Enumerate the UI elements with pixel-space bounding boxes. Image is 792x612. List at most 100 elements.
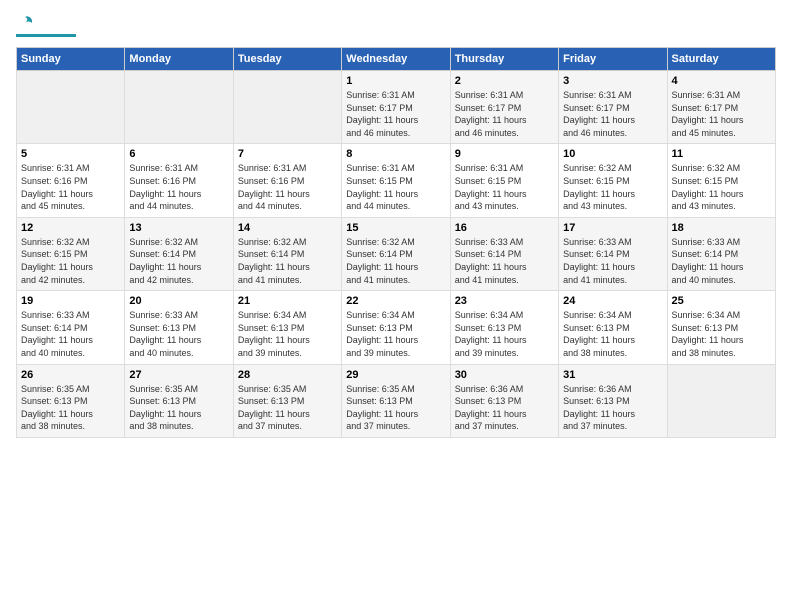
day-info: Sunrise: 6:31 AM Sunset: 6:17 PM Dayligh…: [346, 89, 445, 139]
day-number: 26: [21, 369, 120, 381]
day-info: Sunrise: 6:32 AM Sunset: 6:15 PM Dayligh…: [21, 236, 120, 286]
day-number: 17: [563, 222, 662, 234]
day-number: 3: [563, 75, 662, 87]
day-number: 20: [129, 295, 228, 307]
calendar-day-8: 8 Sunrise: 6:31 AM Sunset: 6:15 PM Daylig…: [342, 144, 450, 217]
weekday-header-thursday: Thursday: [450, 48, 558, 71]
calendar-day-23: 23 Sunrise: 6:34 AM Sunset: 6:13 PM Dayli…: [450, 291, 558, 364]
calendar-day-5: 5 Sunrise: 6:31 AM Sunset: 6:16 PM Daylig…: [17, 144, 125, 217]
day-number: 9: [455, 148, 554, 160]
calendar-table: SundayMondayTuesdayWednesdayThursdayFrid…: [16, 47, 776, 438]
calendar-day-2: 2 Sunrise: 6:31 AM Sunset: 6:17 PM Daylig…: [450, 71, 558, 144]
calendar-day-25: 25 Sunrise: 6:34 AM Sunset: 6:13 PM Dayli…: [667, 291, 775, 364]
day-info: Sunrise: 6:32 AM Sunset: 6:14 PM Dayligh…: [346, 236, 445, 286]
calendar-day-19: 19 Sunrise: 6:33 AM Sunset: 6:14 PM Dayli…: [17, 291, 125, 364]
calendar-day-20: 20 Sunrise: 6:33 AM Sunset: 6:13 PM Dayli…: [125, 291, 233, 364]
calendar-empty-cell: [125, 71, 233, 144]
day-info: Sunrise: 6:33 AM Sunset: 6:13 PM Dayligh…: [129, 309, 228, 359]
day-number: 16: [455, 222, 554, 234]
calendar-day-6: 6Sunrise: 6:31 AM Sunset: 6:16 PM Daylig…: [125, 144, 233, 217]
day-number: 23: [455, 295, 554, 307]
calendar-day-22: 22 Sunrise: 6:34 AM Sunset: 6:13 PM Dayli…: [342, 291, 450, 364]
calendar-day-18: 18 Sunrise: 6:33 AM Sunset: 6:14 PM Dayli…: [667, 217, 775, 290]
calendar-day-30: 30Sunrise: 6:36 AM Sunset: 6:13 PM Dayli…: [450, 364, 558, 437]
day-number: 21: [238, 295, 337, 307]
day-info: Sunrise: 6:31 AM Sunset: 6:17 PM Dayligh…: [563, 89, 662, 139]
calendar-week-row: 12 Sunrise: 6:32 AM Sunset: 6:15 PM Dayli…: [17, 217, 776, 290]
calendar-day-3: 3 Sunrise: 6:31 AM Sunset: 6:17 PM Daylig…: [559, 71, 667, 144]
logo: [16, 16, 76, 37]
day-info: Sunrise: 6:33 AM Sunset: 6:14 PM Dayligh…: [21, 309, 120, 359]
day-info: Sunrise: 6:34 AM Sunset: 6:13 PM Dayligh…: [346, 309, 445, 359]
day-number: 12: [21, 222, 120, 234]
day-number: 15: [346, 222, 445, 234]
weekday-header-monday: Monday: [125, 48, 233, 71]
logo-bird-icon: [16, 14, 34, 32]
day-number: 25: [672, 295, 771, 307]
day-info: Sunrise: 6:33 AM Sunset: 6:14 PM Dayligh…: [672, 236, 771, 286]
day-info: Sunrise: 6:32 AM Sunset: 6:15 PM Dayligh…: [563, 162, 662, 212]
calendar-day-24: 24Sunrise: 6:34 AM Sunset: 6:13 PM Dayli…: [559, 291, 667, 364]
calendar-day-11: 11Sunrise: 6:32 AM Sunset: 6:15 PM Dayli…: [667, 144, 775, 217]
calendar-day-15: 15 Sunrise: 6:32 AM Sunset: 6:14 PM Dayli…: [342, 217, 450, 290]
day-info: Sunrise: 6:34 AM Sunset: 6:13 PM Dayligh…: [672, 309, 771, 359]
calendar-week-row: 26 Sunrise: 6:35 AM Sunset: 6:13 PM Dayli…: [17, 364, 776, 437]
day-number: 1: [346, 75, 445, 87]
calendar-empty-cell: [233, 71, 341, 144]
calendar-day-28: 28Sunrise: 6:35 AM Sunset: 6:13 PM Dayli…: [233, 364, 341, 437]
calendar-day-31: 31 Sunrise: 6:36 AM Sunset: 6:13 PM Dayli…: [559, 364, 667, 437]
calendar-day-27: 27Sunrise: 6:35 AM Sunset: 6:13 PM Dayli…: [125, 364, 233, 437]
day-info: Sunrise: 6:35 AM Sunset: 6:13 PM Dayligh…: [346, 383, 445, 433]
day-info: Sunrise: 6:32 AM Sunset: 6:14 PM Dayligh…: [238, 236, 337, 286]
day-info: Sunrise: 6:31 AM Sunset: 6:15 PM Dayligh…: [455, 162, 554, 212]
day-number: 10: [563, 148, 662, 160]
day-number: 5: [21, 148, 120, 160]
day-info: Sunrise: 6:36 AM Sunset: 6:13 PM Dayligh…: [563, 383, 662, 433]
weekday-header-friday: Friday: [559, 48, 667, 71]
day-info: Sunrise: 6:31 AM Sunset: 6:17 PM Dayligh…: [455, 89, 554, 139]
logo-underline: [16, 34, 76, 37]
day-info: Sunrise: 6:31 AM Sunset: 6:15 PM Dayligh…: [346, 162, 445, 212]
day-number: 2: [455, 75, 554, 87]
calendar-day-1: 1 Sunrise: 6:31 AM Sunset: 6:17 PM Daylig…: [342, 71, 450, 144]
weekday-header-saturday: Saturday: [667, 48, 775, 71]
weekday-header-wednesday: Wednesday: [342, 48, 450, 71]
day-info: Sunrise: 6:31 AM Sunset: 6:16 PM Dayligh…: [238, 162, 337, 212]
calendar-day-13: 13Sunrise: 6:32 AM Sunset: 6:14 PM Dayli…: [125, 217, 233, 290]
calendar-week-row: 5 Sunrise: 6:31 AM Sunset: 6:16 PM Daylig…: [17, 144, 776, 217]
day-info: Sunrise: 6:33 AM Sunset: 6:14 PM Dayligh…: [563, 236, 662, 286]
day-number: 22: [346, 295, 445, 307]
day-number: 13: [129, 222, 228, 234]
calendar-day-10: 10 Sunrise: 6:32 AM Sunset: 6:15 PM Dayli…: [559, 144, 667, 217]
day-number: 18: [672, 222, 771, 234]
calendar-day-21: 21 Sunrise: 6:34 AM Sunset: 6:13 PM Dayli…: [233, 291, 341, 364]
day-number: 31: [563, 369, 662, 381]
calendar-day-26: 26 Sunrise: 6:35 AM Sunset: 6:13 PM Dayli…: [17, 364, 125, 437]
calendar-empty-cell: [667, 364, 775, 437]
day-info: Sunrise: 6:35 AM Sunset: 6:13 PM Dayligh…: [238, 383, 337, 433]
day-number: 8: [346, 148, 445, 160]
calendar-day-16: 16 Sunrise: 6:33 AM Sunset: 6:14 PM Dayli…: [450, 217, 558, 290]
day-info: Sunrise: 6:31 AM Sunset: 6:16 PM Dayligh…: [129, 162, 228, 212]
day-info: Sunrise: 6:32 AM Sunset: 6:15 PM Dayligh…: [672, 162, 771, 212]
calendar-day-4: 4Sunrise: 6:31 AM Sunset: 6:17 PM Daylig…: [667, 71, 775, 144]
calendar-empty-cell: [17, 71, 125, 144]
day-number: 29: [346, 369, 445, 381]
day-info: Sunrise: 6:31 AM Sunset: 6:16 PM Dayligh…: [21, 162, 120, 212]
page-header: [16, 16, 776, 37]
day-info: Sunrise: 6:34 AM Sunset: 6:13 PM Dayligh…: [238, 309, 337, 359]
weekday-header-sunday: Sunday: [17, 48, 125, 71]
day-info: Sunrise: 6:35 AM Sunset: 6:13 PM Dayligh…: [21, 383, 120, 433]
day-info: Sunrise: 6:33 AM Sunset: 6:14 PM Dayligh…: [455, 236, 554, 286]
calendar-day-9: 9 Sunrise: 6:31 AM Sunset: 6:15 PM Daylig…: [450, 144, 558, 217]
day-info: Sunrise: 6:34 AM Sunset: 6:13 PM Dayligh…: [455, 309, 554, 359]
day-number: 30: [455, 369, 554, 381]
day-number: 24: [563, 295, 662, 307]
day-number: 19: [21, 295, 120, 307]
calendar-week-row: 1 Sunrise: 6:31 AM Sunset: 6:17 PM Daylig…: [17, 71, 776, 144]
calendar-day-7: 7Sunrise: 6:31 AM Sunset: 6:16 PM Daylig…: [233, 144, 341, 217]
calendar-day-12: 12 Sunrise: 6:32 AM Sunset: 6:15 PM Dayli…: [17, 217, 125, 290]
calendar-day-17: 17 Sunrise: 6:33 AM Sunset: 6:14 PM Dayli…: [559, 217, 667, 290]
day-number: 4: [672, 75, 771, 87]
day-info: Sunrise: 6:35 AM Sunset: 6:13 PM Dayligh…: [129, 383, 228, 433]
